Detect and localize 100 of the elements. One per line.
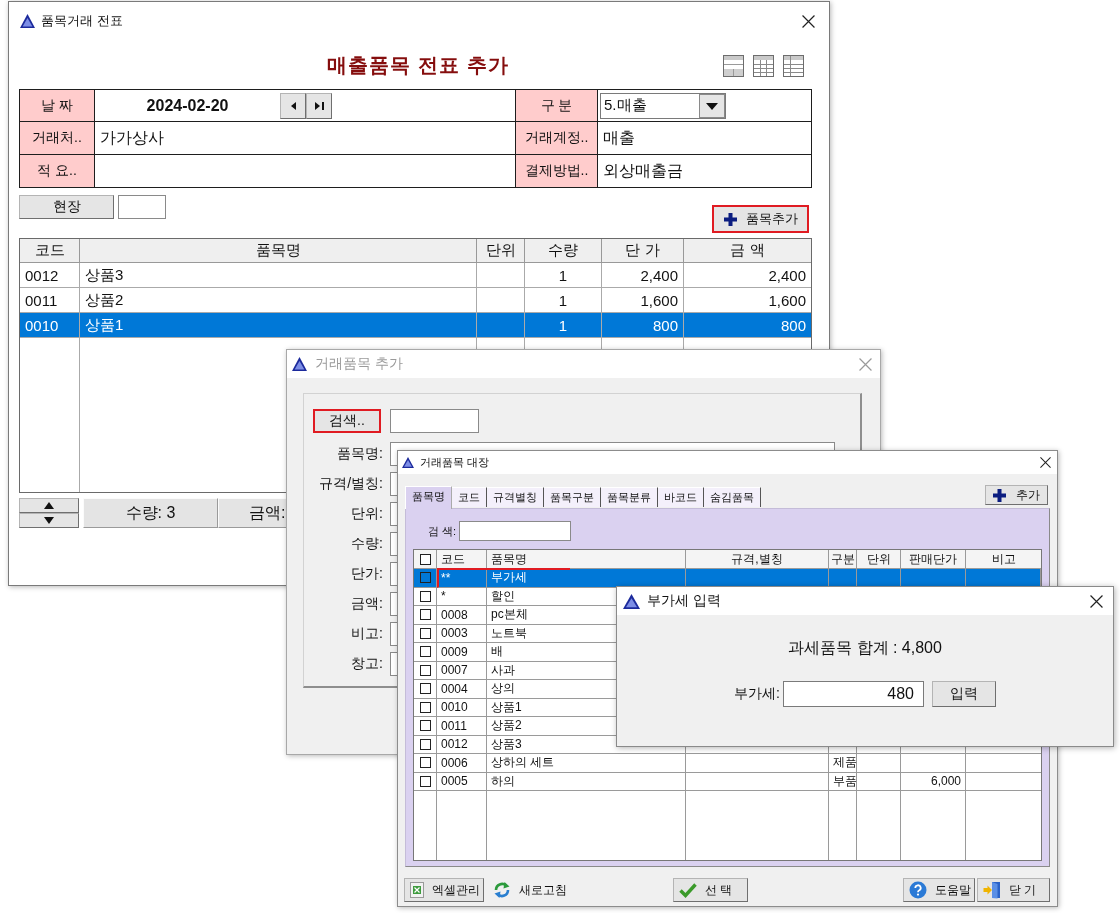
skip-end-icon <box>314 101 324 110</box>
table-cell: 상품1 <box>80 313 477 338</box>
field-label: 거래처.. <box>20 122 94 154</box>
field-label: 비고: <box>350 625 383 643</box>
tab[interactable]: 규격별칭 <box>487 487 544 507</box>
table-cell: 0010 <box>20 313 80 338</box>
checkbox[interactable] <box>419 701 431 713</box>
check-icon <box>679 882 697 898</box>
checkbox[interactable] <box>419 590 431 602</box>
last-button[interactable] <box>306 92 332 119</box>
tab[interactable]: 품목구분 <box>544 487 601 507</box>
table-row[interactable]: ** 부가세 <box>414 569 1041 588</box>
move-down-button[interactable] <box>19 513 79 528</box>
close-button[interactable] <box>1040 457 1051 468</box>
table-cell: 0010 <box>437 698 487 717</box>
table-cell: 0005 <box>437 772 487 791</box>
checkbox[interactable] <box>419 646 431 658</box>
field-label: 단위: <box>350 505 383 523</box>
table-cell: 800 <box>684 313 811 338</box>
field-label: 품목명: <box>336 445 383 463</box>
table-row[interactable]: 0005 하의 부품 6,000 <box>414 772 1041 791</box>
input-field[interactable] <box>118 195 166 219</box>
table-icon[interactable] <box>753 54 774 77</box>
column-header: 단 가 <box>602 239 684 263</box>
search-label: 검 색: <box>428 523 457 539</box>
table-cell: 1 <box>525 313 602 338</box>
field-label: 금액: <box>350 595 383 613</box>
triangle-icon <box>623 593 640 609</box>
table-cell: 0011 <box>437 717 487 736</box>
close-icon <box>1090 594 1103 608</box>
submit-button[interactable]: 입력 <box>931 681 996 707</box>
table-cell: 0007 <box>437 661 487 680</box>
field-value: 매출 <box>598 122 811 154</box>
checkbox[interactable] <box>419 738 431 750</box>
excel-button[interactable]: 엑셀관리 <box>404 878 484 902</box>
checkbox[interactable] <box>419 775 431 787</box>
checkbox[interactable] <box>419 720 431 732</box>
tab[interactable]: 품목명 <box>405 486 452 509</box>
table-cell: 0012 <box>20 263 80 288</box>
table-cell: * <box>437 587 487 606</box>
close-button[interactable] <box>1090 594 1103 608</box>
tab[interactable]: 숨김품목 <box>704 487 761 507</box>
add-item-button[interactable]: 품목추가 <box>712 205 809 233</box>
refresh-button[interactable]: 새로고침 <box>487 878 567 902</box>
checkbox[interactable] <box>419 683 431 695</box>
table-cell: 상품3 <box>80 263 477 288</box>
checkbox[interactable] <box>419 664 431 676</box>
triangle-icon <box>292 357 307 371</box>
table-icon[interactable] <box>723 54 744 77</box>
checkbox[interactable] <box>419 572 431 584</box>
search-field[interactable] <box>459 521 572 541</box>
spreadsheet-icon <box>410 882 424 898</box>
site-button[interactable]: 현장 <box>19 195 114 219</box>
checkbox[interactable] <box>419 609 431 621</box>
table-icon[interactable] <box>783 54 804 77</box>
field-label: 규격/별칭: <box>318 475 383 493</box>
tab[interactable]: 바코드 <box>658 487 704 507</box>
field-label: 단가: <box>350 565 383 583</box>
table-cell: 2,400 <box>684 263 811 288</box>
tab[interactable]: 품목분류 <box>601 487 658 507</box>
column-header: 금 액 <box>684 239 811 263</box>
status-cell: 수량: 3 <box>83 498 218 528</box>
table-cell: 2,400 <box>602 263 684 288</box>
vat-input[interactable]: 480 <box>782 681 924 707</box>
checkbox[interactable] <box>419 553 431 565</box>
table-cell: 0012 <box>437 735 487 754</box>
help-button[interactable]: 도움말 <box>903 878 975 902</box>
move-up-button[interactable] <box>19 498 79 513</box>
search-field[interactable] <box>390 409 479 433</box>
column-header: 코드 <box>437 550 487 569</box>
column-header: 품목명 <box>80 239 477 263</box>
column-header: 수량 <box>525 239 602 263</box>
table-row[interactable]: 0010 상품1 1 800 800 <box>20 313 811 338</box>
plus-icon <box>723 212 737 226</box>
table-row[interactable]: 0006 상하의 세트 제품 <box>414 754 1041 773</box>
add-button[interactable]: 추가 <box>985 485 1048 505</box>
left-triangle-icon <box>290 101 296 110</box>
form-heading: 매출품목 전표 추가 <box>327 53 509 78</box>
checkbox[interactable] <box>419 627 431 639</box>
type-select[interactable]: 5.매출 <box>600 92 726 119</box>
field-label: 결제방법.. <box>516 155 597 187</box>
tab[interactable]: 코드 <box>452 487 487 507</box>
close-button[interactable]: 닫 기 <box>977 878 1050 902</box>
close-button[interactable] <box>802 14 815 28</box>
table-cell: 부품 <box>829 772 857 791</box>
table-cell: 0004 <box>437 680 487 699</box>
total-text: 과세품목 합계 : 4,800 <box>788 638 942 658</box>
table-cell: 제품 <box>829 754 857 773</box>
field-label: 구 분 <box>516 90 597 121</box>
close-icon <box>1040 457 1051 468</box>
previous-button[interactable] <box>280 92 306 119</box>
select-button[interactable]: 선 택 <box>673 878 748 902</box>
input-field[interactable] <box>95 155 515 187</box>
window-title: 거래품목 추가 <box>315 355 403 373</box>
table-cell: 0003 <box>437 624 487 643</box>
table-row[interactable]: 0012 상품3 1 2,400 2,400 <box>20 263 811 288</box>
table-cell: 800 <box>602 313 684 338</box>
table-cell: 0009 <box>437 643 487 662</box>
field-label: 거래계정.. <box>516 122 597 154</box>
checkbox[interactable] <box>419 757 431 769</box>
